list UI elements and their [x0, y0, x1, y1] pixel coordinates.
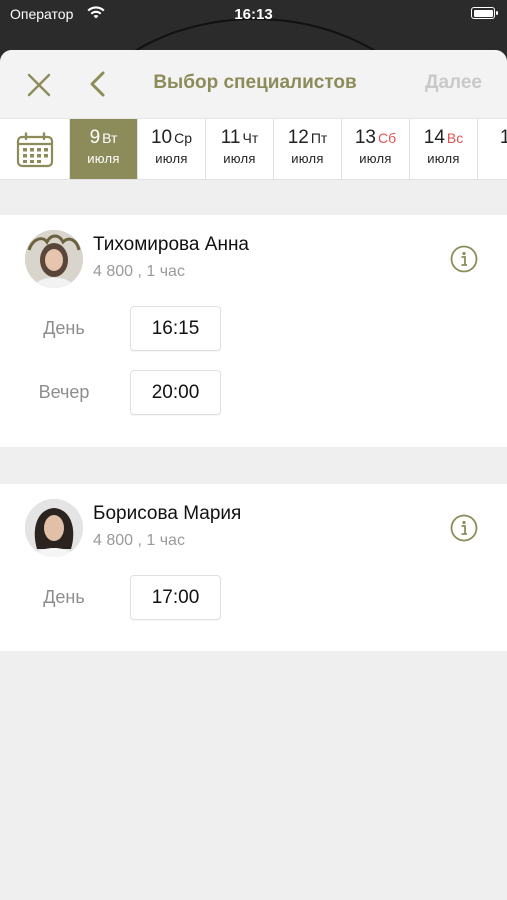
calendar-icon: [16, 132, 54, 168]
date-month: июля: [223, 151, 256, 166]
time-slot-button[interactable]: 17:00: [130, 575, 221, 620]
date-list: 9 Вт июля 10 Ср июля 11 Чт июля 12 Пт июля 13 Сб июля 1…: [70, 119, 507, 179]
date-weekday: Чт: [242, 130, 259, 146]
info-icon[interactable]: [450, 245, 478, 273]
date-day: 12 Пт: [274, 127, 341, 149]
avatar[interactable]: [25, 499, 83, 557]
date-day: 10 Ср: [138, 127, 205, 149]
status-time: 16:13: [234, 6, 273, 23]
specialist-photo: [25, 230, 83, 288]
specialist-price: 4 800 , 1 час: [93, 532, 185, 549]
time-slot-button[interactable]: 16:15: [130, 306, 221, 351]
period-label-day: День: [43, 318, 85, 338]
avatar[interactable]: [25, 230, 83, 288]
specialist-card: Борисова Мария 4 800 , 1 час День 17:00: [0, 484, 507, 651]
date-cell[interactable]: 9 Вт июля: [70, 119, 138, 179]
date-month: июля: [291, 151, 324, 166]
time-slot-button[interactable]: 20:00: [130, 370, 221, 415]
date-weekday: Сб: [378, 130, 397, 146]
date-number: 12: [287, 127, 309, 148]
date-number: 14: [423, 127, 445, 148]
specialist-photo: [25, 499, 83, 557]
date-month: и: [478, 151, 507, 166]
period-label-day: День: [43, 587, 85, 607]
date-month: июля: [155, 151, 188, 166]
date-cell[interactable]: 11 Чт июля: [206, 119, 274, 179]
date-strip[interactable]: 9 Вт июля 10 Ср июля 11 Чт июля 12 Пт июля 13 Сб июля 1…: [0, 118, 507, 180]
specialists-sheet: Выбор специалистов Далее 9 Вт июля 10 Ср июля…: [0, 50, 507, 900]
date-weekday: Вс: [446, 130, 464, 146]
date-cell[interactable]: 15 и: [478, 119, 507, 179]
date-month: июля: [427, 151, 460, 166]
date-month: июля: [359, 151, 392, 166]
date-cell[interactable]: 14 Вс июля: [410, 119, 478, 179]
date-day: 15: [478, 127, 507, 149]
date-day: 13 Сб: [342, 127, 409, 149]
date-number: 9: [89, 127, 101, 148]
specialist-name[interactable]: Тихомирова Анна: [93, 234, 249, 256]
date-weekday: Вт: [102, 130, 118, 146]
specialist-price: 4 800 , 1 час: [93, 263, 185, 280]
calendar-button[interactable]: [0, 119, 70, 179]
date-weekday: Пт: [310, 130, 328, 146]
date-day: 11 Чт: [206, 127, 273, 149]
date-number: 10: [150, 127, 173, 148]
date-month: июля: [87, 151, 120, 166]
date-number: 11: [220, 127, 241, 148]
page-title: Выбор специалистов: [153, 72, 357, 93]
date-day: 14 Вс: [410, 127, 477, 149]
info-icon[interactable]: [450, 514, 478, 542]
date-weekday: Ср: [174, 130, 193, 146]
date-number: 15: [500, 127, 507, 148]
next-button[interactable]: Далее: [425, 72, 482, 94]
specialist-card: Тихомирова Анна 4 800 , 1 час День 16:15…: [0, 215, 507, 447]
date-day: 9 Вт: [70, 127, 137, 149]
specialist-name[interactable]: Борисова Мария: [93, 503, 241, 525]
date-cell[interactable]: 10 Ср июля: [138, 119, 206, 179]
date-cell[interactable]: 13 Сб июля: [342, 119, 410, 179]
date-cell[interactable]: 12 Пт июля: [274, 119, 342, 179]
date-number: 13: [354, 127, 376, 148]
status-bar: Оператор 16:13: [0, 0, 507, 30]
chevron-left-icon[interactable]: [86, 69, 110, 99]
period-label-evening: Вечер: [38, 382, 90, 402]
nav-bar: Выбор специалистов Далее: [0, 50, 507, 118]
close-icon[interactable]: [24, 70, 54, 100]
battery-icon: [471, 7, 498, 19]
